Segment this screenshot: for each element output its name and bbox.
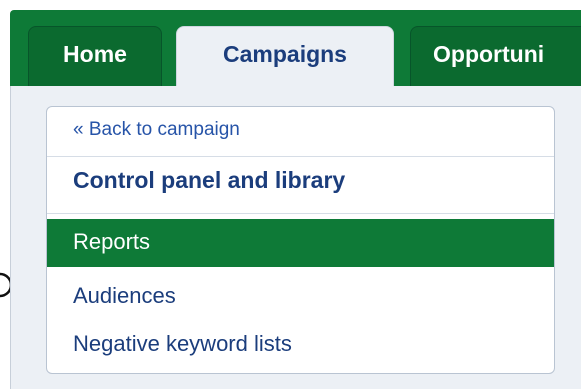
app-frame: Home Campaigns Opportuni « Back to campa… bbox=[0, 0, 581, 389]
tab-home[interactable]: Home bbox=[28, 26, 162, 86]
nav-item-audiences-label: Audiences bbox=[73, 283, 176, 308]
panel-heading: Control panel and library bbox=[73, 167, 346, 193]
nav-item-reports[interactable]: Reports bbox=[47, 219, 554, 267]
back-to-campaign-link[interactable]: « Back to campaign bbox=[73, 119, 240, 141]
side-panel: « Back to campaign Control panel and lib… bbox=[46, 106, 555, 374]
tab-campaigns[interactable]: Campaigns bbox=[176, 26, 394, 88]
panel-divider bbox=[47, 156, 554, 157]
tab-home-label: Home bbox=[63, 41, 127, 67]
tab-opportunities-label: Opportuni bbox=[433, 41, 545, 67]
tab-opportunities[interactable]: Opportuni bbox=[410, 26, 581, 86]
partial-circle-icon bbox=[0, 272, 10, 298]
nav-item-audiences[interactable]: Audiences bbox=[47, 273, 554, 321]
tab-campaigns-label: Campaigns bbox=[223, 41, 347, 67]
nav-item-negative-keyword-lists[interactable]: Negative keyword lists bbox=[47, 321, 554, 369]
nav-item-reports-label: Reports bbox=[73, 229, 151, 254]
panel-divider bbox=[47, 213, 554, 214]
nav-item-negative-keyword-lists-label: Negative keyword lists bbox=[73, 331, 292, 356]
